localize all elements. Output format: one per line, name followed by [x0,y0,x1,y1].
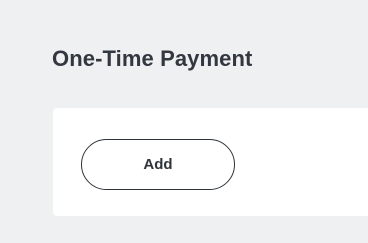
payment-card: Add [53,108,368,216]
one-time-payment-section: One-Time Payment Add [0,0,368,243]
section-title: One-Time Payment [52,46,253,71]
add-button[interactable]: Add [81,139,235,190]
